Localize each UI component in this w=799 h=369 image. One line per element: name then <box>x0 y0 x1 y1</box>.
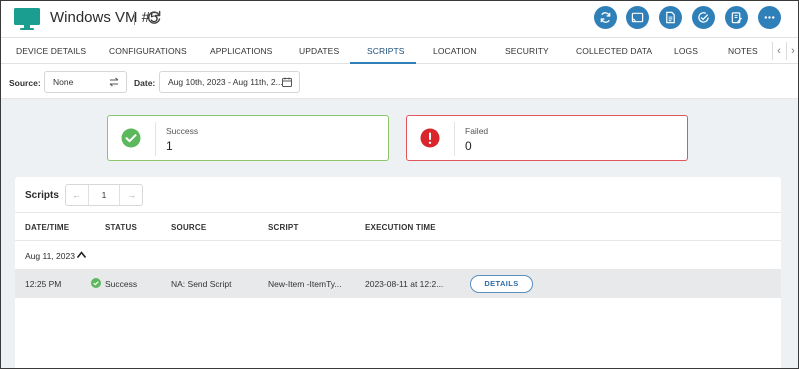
check-circle-icon <box>121 128 141 148</box>
chevron-up-icon[interactable] <box>76 250 87 259</box>
scripts-panel: Scripts ← 1 → DATE/TIME STATUS SOURCE SC… <box>15 177 781 368</box>
check-button[interactable] <box>692 6 715 29</box>
column-header[interactable]: SOURCE <box>171 223 206 232</box>
alert-circle-icon <box>420 128 440 148</box>
document-icon <box>666 11 675 24</box>
page-number[interactable]: 1 <box>88 185 120 205</box>
active-tab-indicator <box>350 62 416 64</box>
tab-bar: DEVICE DETAILS CONFIGURATIONS APPLICATIO… <box>1 37 798 64</box>
tab-applications[interactable]: APPLICATIONS <box>210 38 272 64</box>
column-header[interactable]: STATUS <box>105 223 137 232</box>
table-row[interactable]: 12:25 PM Success NA: Send Script New-Ite… <box>15 270 781 298</box>
success-count: 1 <box>166 139 173 153</box>
source-select[interactable]: None <box>44 71 127 93</box>
sync-icon <box>600 12 611 23</box>
cast-icon <box>631 12 644 23</box>
source-label: Source: <box>9 78 41 88</box>
column-header[interactable]: SCRIPT <box>268 223 299 232</box>
tab-notes[interactable]: NOTES <box>728 38 758 64</box>
card-divider <box>155 122 156 156</box>
tab-collected-data[interactable]: COLLECTED DATA <box>576 38 652 64</box>
filter-bar: Source: None Date: Aug 10th, 2023 - Aug … <box>1 65 798 99</box>
row-source: NA: Send Script <box>171 279 232 289</box>
tab-security[interactable]: SECURITY <box>505 38 549 64</box>
more-icon <box>764 16 775 19</box>
failed-label: Failed <box>465 126 489 136</box>
device-title: Windows VM #5 <box>50 9 159 26</box>
table-header: DATE/TIME STATUS SOURCE SCRIPT EXECUTION… <box>15 212 781 241</box>
success-status-icon <box>91 278 101 288</box>
document-button[interactable] <box>659 6 682 29</box>
tab-scripts[interactable]: SCRIPTS <box>367 38 405 64</box>
date-range-value: Aug 10th, 2023 - Aug 11th, 2... <box>168 77 283 87</box>
scripts-title: Scripts <box>25 190 59 201</box>
success-summary-card: Success 1 <box>107 115 389 161</box>
date-group-header[interactable]: Aug 11, 2023 <box>15 241 781 270</box>
pagination: ← 1 → <box>65 184 143 206</box>
tab-configurations[interactable]: CONFIGURATIONS <box>109 38 187 64</box>
failed-count: 0 <box>465 139 472 153</box>
refresh-icon[interactable] <box>146 9 162 26</box>
tab-logs[interactable]: LOGS <box>674 38 698 64</box>
check-circle-icon <box>698 12 709 23</box>
column-header[interactable]: EXECUTION TIME <box>365 223 436 232</box>
calendar-icon <box>282 77 292 87</box>
arrow-right-icon[interactable]: → <box>121 185 142 205</box>
arrow-left-icon[interactable]: ← <box>66 185 87 205</box>
card-divider <box>454 122 455 156</box>
monitor-icon <box>14 8 40 30</box>
row-time: 12:25 PM <box>25 279 62 289</box>
details-button[interactable]: DETAILS <box>470 275 533 293</box>
tab-updates[interactable]: UPDATES <box>299 38 339 64</box>
date-label: Date: <box>134 78 156 88</box>
row-status: Success <box>105 279 138 289</box>
column-header[interactable]: DATE/TIME <box>25 223 69 232</box>
device-header: Windows VM #5 <box>1 1 798 37</box>
failed-summary-card: Failed 0 <box>406 115 688 161</box>
more-button[interactable] <box>758 6 781 29</box>
app-window: Windows VM #5 DEVICE DETAILS CONFIGURATI… <box>0 0 799 369</box>
tab-device-details[interactable]: DEVICE DETAILS <box>16 38 86 64</box>
title-divider <box>134 11 135 25</box>
date-range-picker[interactable]: Aug 10th, 2023 - Aug 11th, 2... <box>159 71 300 93</box>
sync-button[interactable] <box>594 6 617 29</box>
cast-button[interactable] <box>626 6 649 29</box>
chevron-right-icon[interactable]: › <box>786 38 798 64</box>
clipboard-edit-button[interactable] <box>725 6 748 29</box>
tab-location[interactable]: LOCATION <box>433 38 477 64</box>
clipboard-edit-icon <box>731 12 743 24</box>
row-execution-time: 2023-08-11 at 12:2... <box>365 279 444 289</box>
content-area: Success 1 Failed 0 Scripts ← 1 → DATE/TI… <box>1 99 798 368</box>
success-label: Success <box>166 126 199 136</box>
source-value: None <box>53 77 74 87</box>
row-script: New-Item -ItemTy... <box>268 279 342 289</box>
chevron-left-icon[interactable]: ‹ <box>772 38 786 64</box>
group-date-label: Aug 11, 2023 <box>25 251 75 261</box>
swap-icon <box>109 77 119 87</box>
